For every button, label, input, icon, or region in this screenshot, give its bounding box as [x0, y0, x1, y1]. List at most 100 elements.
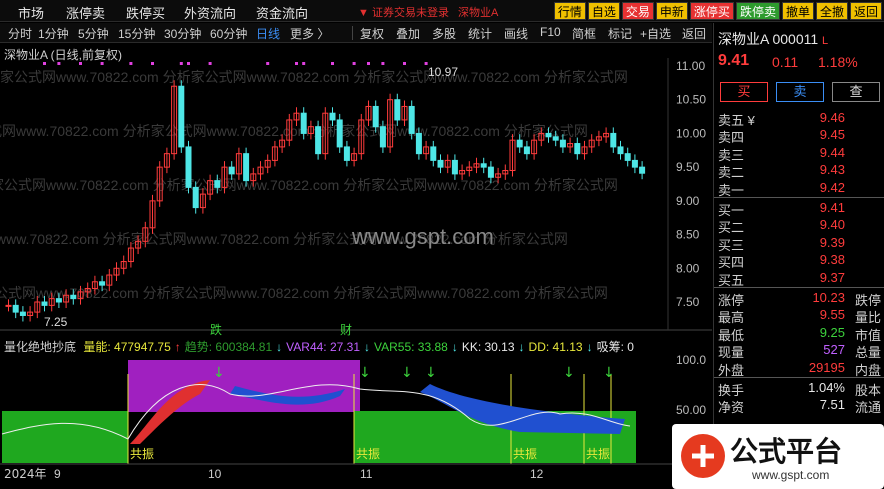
- quick-button-2[interactable]: 交易: [621, 2, 654, 20]
- signal-dot: [403, 62, 406, 65]
- quote-pct: 1.18%: [818, 54, 858, 70]
- btn-overlay[interactable]: 叠加: [396, 25, 420, 42]
- resonance-label: 共振: [513, 447, 537, 461]
- svg-text:家公式网www.70822.com 分析家公式网www.: 家公式网www.70822.com 分析家公式网www.70822.com 分析…: [0, 123, 588, 139]
- tab-daily[interactable]: 日线: [256, 25, 280, 42]
- tab-minute[interactable]: 分时: [8, 25, 32, 42]
- btn-draw[interactable]: 画线: [504, 25, 528, 42]
- tab-15min[interactable]: 15分钟: [118, 25, 155, 42]
- btn-back[interactable]: 返回: [682, 25, 706, 42]
- signal-dot: [129, 62, 133, 65]
- tab-30min[interactable]: 30分钟: [164, 25, 201, 42]
- candle-body: [178, 85, 185, 148]
- quick-button-5[interactable]: 跌停卖: [735, 2, 780, 20]
- quote-row: 卖五 ¥9.46: [718, 110, 845, 128]
- btn-stats[interactable]: 统计: [468, 25, 492, 42]
- price-tick: 8.00: [676, 261, 700, 275]
- menu-foreign-flow[interactable]: 外资流向: [184, 3, 236, 22]
- indicator-name[interactable]: 量化绝地抄底: [4, 340, 76, 354]
- candle-body: [41, 301, 48, 306]
- buy-button[interactable]: 买: [720, 82, 768, 102]
- query-button[interactable]: 查: [832, 82, 880, 102]
- candle-body: [415, 132, 422, 155]
- signal-dot: [367, 62, 370, 65]
- btn-adjust[interactable]: 复权: [360, 25, 384, 42]
- tab-more[interactable]: 更多 〉: [290, 25, 329, 42]
- btn-simple[interactable]: 简框: [572, 25, 596, 42]
- price-tick: 8.50: [676, 228, 700, 242]
- price-tick: 7.50: [676, 295, 700, 309]
- menu-bar: 市场 涨停卖 跌停买 外资流向 资金流向 ▼ 证券交易未登录 深物业A 行情 自选…: [0, 0, 884, 22]
- candle-body: [631, 159, 638, 168]
- toolbar-divider: [352, 26, 353, 40]
- indicator-value-3: VAR55: 33.88: [374, 340, 448, 354]
- candle-body: [552, 136, 559, 141]
- down-arrow-icon: ↓: [425, 365, 437, 381]
- resonance-label: 共振: [130, 447, 154, 461]
- signal-dot: [187, 62, 190, 65]
- quick-button-group: 行情 自选 交易 申新 涨停买 跌停卖 撤单 全撤 返回: [553, 2, 882, 20]
- low-price-label: 7.25: [44, 315, 68, 329]
- btn-add-favorite[interactable]: +自选: [640, 25, 671, 42]
- candle-body: [639, 166, 646, 174]
- menu-limit-up-sell[interactable]: 涨停卖: [66, 3, 105, 22]
- quick-button-8[interactable]: 返回: [849, 2, 882, 20]
- quote-row: 卖二 9.43: [718, 162, 845, 181]
- btn-f10[interactable]: F10: [540, 25, 561, 39]
- quote-row: 卖三 9.44: [718, 144, 845, 163]
- candle-body: [214, 180, 221, 188]
- quote-row: 买四 9.38: [718, 252, 845, 271]
- event-label-1: 跌: [210, 322, 222, 337]
- btn-multi[interactable]: 多股: [432, 25, 456, 42]
- quote-row: 买三 9.39: [718, 234, 845, 253]
- signal-dot: [179, 62, 183, 65]
- menu-limit-down-buy[interactable]: 跌停买: [126, 3, 165, 22]
- menu-capital-flow[interactable]: 资金流向: [256, 3, 308, 22]
- book-divider: [714, 377, 884, 378]
- book-divider: [714, 287, 884, 288]
- candle-body: [70, 294, 77, 300]
- logo-icon: [681, 434, 725, 478]
- tab-5min[interactable]: 5分钟: [78, 25, 109, 42]
- quote-price: 9.41: [718, 52, 750, 69]
- quick-button-4[interactable]: 涨停买: [689, 2, 734, 20]
- price-axis: 11.00 10.50 10.00 9.50 9.00 8.50 8.00 7.50: [676, 59, 706, 309]
- indicator-value-5: DD: 41.13: [528, 340, 583, 354]
- resonance-label: 共振: [586, 447, 610, 461]
- candle-body: [480, 163, 487, 168]
- quick-button-1[interactable]: 自选: [587, 2, 620, 20]
- tab-1min[interactable]: 1分钟: [38, 25, 69, 42]
- quick-button-3[interactable]: 申新: [655, 2, 688, 20]
- high-price-label: 10.97: [428, 65, 458, 79]
- candle-body: [394, 99, 401, 121]
- quick-button-6[interactable]: 撤单: [781, 2, 814, 20]
- svg-text:家公式网www.70822.com 分析家公式网www.: 家公式网www.70822.com 分析家公式网www.70822.com 分析…: [0, 69, 628, 85]
- menu-market[interactable]: 市场: [18, 3, 44, 22]
- date-sep: 9: [54, 467, 61, 481]
- watermark-pattern: 家公式网www.70822.com 分析家公式网www.70822.com 分析…: [0, 69, 628, 301]
- candle-body: [192, 186, 199, 209]
- quick-button-7[interactable]: 全撤: [815, 2, 848, 20]
- indicator-value-1: 趋势: 600384.81: [184, 340, 273, 354]
- signal-dot: [381, 62, 385, 65]
- price-tick: 10.00: [676, 126, 706, 140]
- candle-body: [343, 146, 350, 161]
- candle-body: [5, 304, 12, 307]
- candle-body: [315, 126, 322, 155]
- gspt-logo: 公式平台 www.gspt.com: [672, 424, 884, 489]
- candle-body: [12, 304, 19, 313]
- candle-body: [329, 112, 336, 121]
- btn-mark[interactable]: 标记: [608, 25, 632, 42]
- chart-area[interactable]: 家公式网www.70822.com 分析家公式网www.70822.com 分析…: [0, 44, 712, 489]
- login-notice[interactable]: ▼ 证券交易未登录: [358, 4, 449, 20]
- tab-60min[interactable]: 60分钟: [210, 25, 247, 42]
- candle-body: [379, 126, 386, 148]
- price-tick: 9.50: [676, 160, 700, 174]
- signal-dot: [151, 62, 154, 65]
- stock-short-name: 深物业A: [458, 7, 499, 19]
- kline-chart-svg[interactable]: 家公式网www.70822.com 分析家公式网www.70822.com 分析…: [0, 44, 712, 489]
- sell-button[interactable]: 卖: [776, 82, 824, 102]
- down-arrow-icon: ↓: [603, 365, 615, 381]
- quick-button-0[interactable]: 行情: [553, 2, 586, 20]
- purple-zone: [128, 360, 360, 412]
